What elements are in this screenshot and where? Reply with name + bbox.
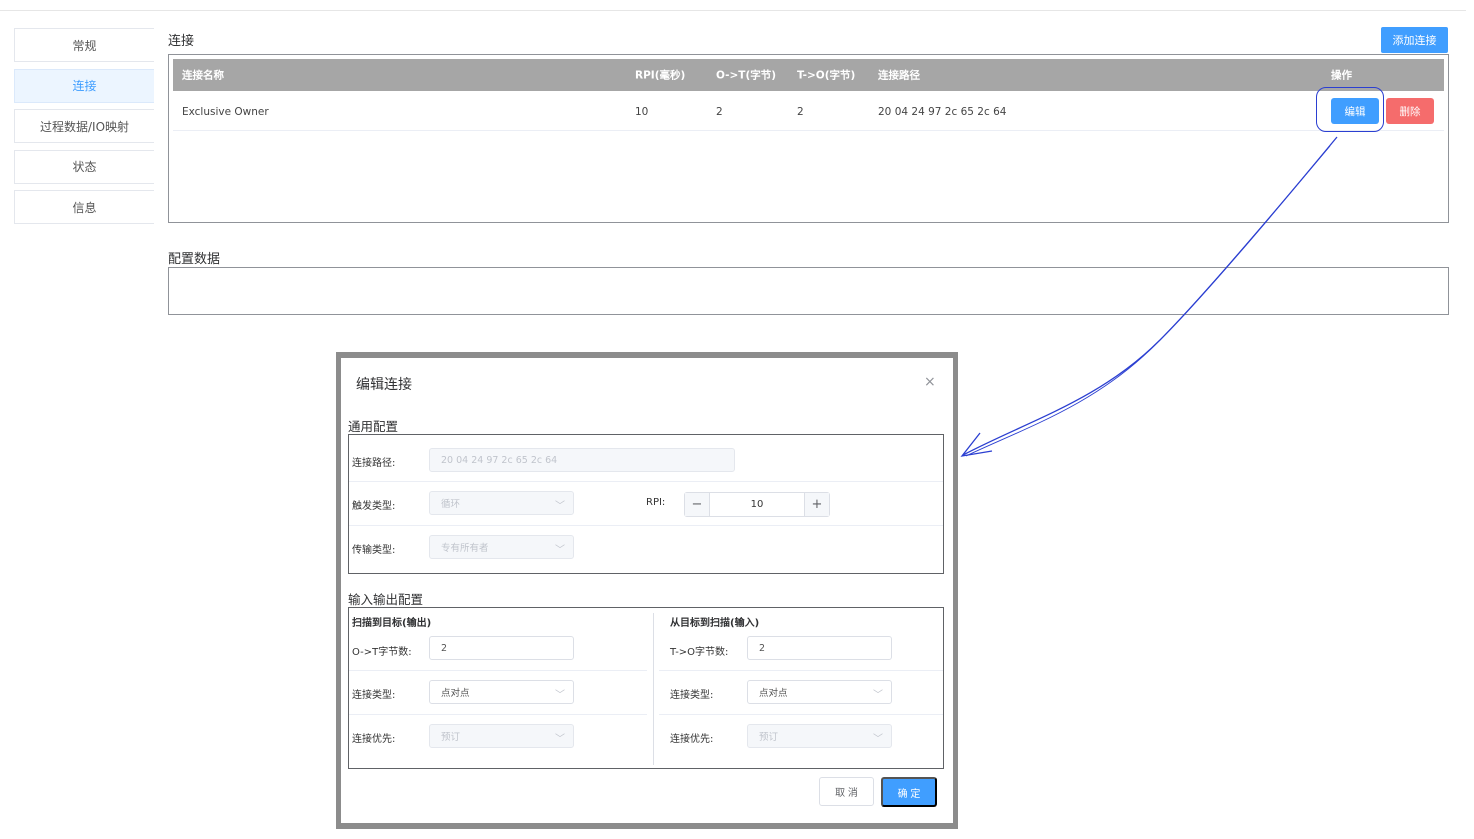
table-header: 连接名称 RPI(毫秒) O->T(字节) T->O(字节) 连接路径 操作 [173, 59, 1444, 91]
output-priority-value: 预订 [441, 732, 461, 743]
output-heading: 扫描到目标(输出) [352, 618, 432, 629]
minus-icon[interactable]: − [685, 493, 710, 516]
to-size-value: 2 [759, 642, 766, 654]
input-type-value: 点对点 [759, 688, 788, 699]
output-priority-select[interactable]: 预订 ﹀ [429, 724, 574, 748]
sidebar-item-label: 过程数据/IO映射 [39, 119, 130, 134]
transport-value: 专有所有者 [441, 543, 489, 554]
output-type-select[interactable]: 点对点 ﹀ [429, 680, 574, 704]
cell-ot: 2 [716, 105, 723, 118]
output-type-label: 连接类型: [352, 690, 396, 701]
sidebar-item-status[interactable]: 状态 [14, 149, 154, 184]
row-divider [349, 525, 943, 526]
io-config-title: 输入输出配置 [348, 592, 424, 607]
sidebar-item-label: 状态 [72, 160, 97, 174]
sidebar: 常规 连接 过程数据/IO映射 状态 信息 [14, 28, 154, 231]
confirm-button[interactable]: 确 定 [881, 777, 937, 807]
sidebar-item-connections[interactable]: 连接 [14, 68, 154, 103]
chevron-down-icon: ﹀ [555, 501, 565, 512]
rpi-stepper: − 10 + [684, 492, 830, 517]
input-priority-value: 预订 [759, 732, 779, 743]
sidebar-item-label: 连接 [72, 79, 97, 93]
column-header-rpi: RPI(毫秒) [635, 69, 686, 82]
sidebar-item-label: 常规 [72, 38, 97, 53]
ot-size-value: 2 [441, 642, 448, 654]
edit-highlight-annotation [1316, 87, 1384, 132]
chevron-down-icon: ﹀ [555, 545, 565, 556]
path-value: 20 04 24 97 2c 65 2c 64 [441, 454, 558, 466]
plus-icon[interactable]: + [804, 493, 829, 516]
table-row: Exclusive Owner 10 2 2 20 04 24 97 2c 65… [173, 93, 1444, 131]
row-divider [349, 714, 647, 715]
row-divider [349, 481, 943, 482]
close-icon[interactable]: × [924, 374, 936, 390]
chevron-down-icon: ﹀ [555, 734, 565, 745]
column-header-name: 连接名称 [182, 69, 224, 82]
chevron-down-icon: ﹀ [555, 690, 565, 701]
edit-connection-dialog: 编辑连接 × 通用配置 连接路径: 20 04 24 97 2c 65 2c 6… [341, 358, 953, 823]
path-input[interactable]: 20 04 24 97 2c 65 2c 64 [429, 448, 735, 472]
top-divider [0, 10, 1466, 11]
cancel-button[interactable]: 取 消 [819, 777, 874, 806]
row-divider [659, 714, 943, 715]
transport-select[interactable]: 专有所有者 ﹀ [429, 535, 574, 559]
chevron-down-icon: ﹀ [873, 734, 883, 745]
column-header-path: 连接路径 [878, 69, 920, 82]
output-type-value: 点对点 [441, 688, 470, 699]
row-divider [659, 670, 943, 671]
cell-to: 2 [797, 105, 804, 118]
rpi-input[interactable]: 10 [710, 493, 804, 516]
dialog-title: 编辑连接 [356, 377, 412, 393]
to-size-label: T->O字节数: [670, 647, 729, 658]
sidebar-item-general[interactable]: 常规 [14, 28, 154, 62]
output-priority-label: 连接优先: [352, 734, 396, 745]
config-data-title: 配置数据 [168, 252, 221, 267]
connections-title: 连接 [168, 34, 195, 49]
cell-path: 20 04 24 97 2c 65 2c 64 [878, 105, 1007, 118]
delete-button[interactable]: 删除 [1386, 98, 1434, 124]
general-config-box: 连接路径: 20 04 24 97 2c 65 2c 64 触发类型: 循环 ﹀ … [348, 434, 944, 574]
cell-name: Exclusive Owner [182, 105, 269, 118]
sidebar-item-info[interactable]: 信息 [14, 190, 154, 224]
input-priority-label: 连接优先: [670, 734, 714, 745]
general-config-title: 通用配置 [348, 419, 399, 434]
transport-label: 传输类型: [352, 545, 396, 556]
sidebar-item-label: 信息 [72, 200, 97, 215]
chevron-down-icon: ﹀ [873, 690, 883, 701]
sidebar-item-process-data[interactable]: 过程数据/IO映射 [14, 109, 154, 143]
trigger-value: 循环 [441, 499, 461, 510]
config-data-box [168, 267, 1449, 315]
column-divider [653, 613, 654, 765]
io-config-box: 扫描到目标(输出) O->T字节数: 2 连接类型: 点对点 ﹀ 连接优先: 预订… [348, 607, 944, 769]
input-type-label: 连接类型: [670, 690, 714, 701]
to-size-input[interactable]: 2 [747, 636, 892, 660]
column-header-ot: O->T(字节) [716, 69, 777, 82]
input-heading: 从目标到扫描(输入) [670, 618, 760, 629]
connections-table: 连接名称 RPI(毫秒) O->T(字节) T->O(字节) 连接路径 操作 E… [168, 54, 1449, 223]
trigger-label: 触发类型: [352, 501, 396, 512]
path-label: 连接路径: [352, 458, 396, 469]
row-divider [349, 670, 647, 671]
input-priority-select[interactable]: 预订 ﹀ [747, 724, 892, 748]
ot-size-label: O->T字节数: [352, 647, 412, 658]
cell-rpi: 10 [635, 105, 649, 118]
column-header-to: T->O(字节) [797, 69, 856, 82]
ot-size-input[interactable]: 2 [429, 636, 574, 660]
add-connection-button[interactable]: 添加连接 [1381, 27, 1448, 53]
input-type-select[interactable]: 点对点 ﹀ [747, 680, 892, 704]
rpi-label: RPI: [646, 497, 666, 508]
trigger-select[interactable]: 循环 ﹀ [429, 491, 574, 515]
column-header-actions: 操作 [1331, 69, 1352, 82]
